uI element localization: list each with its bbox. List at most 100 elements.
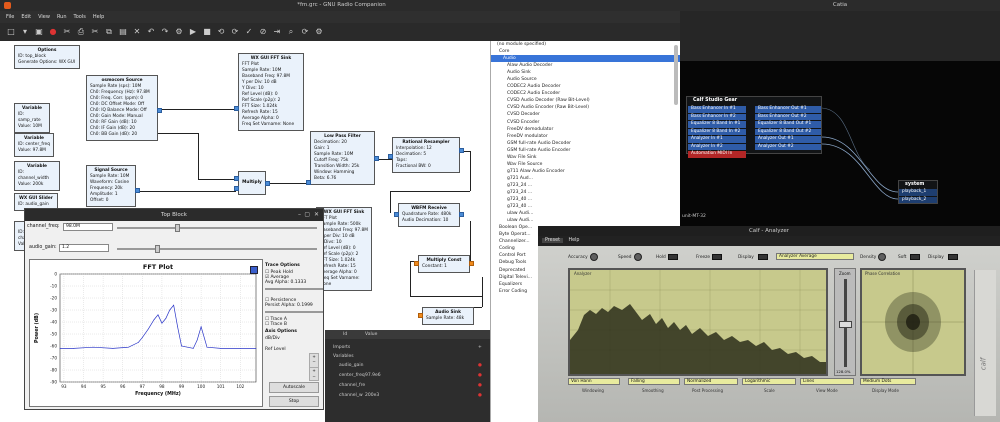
block-wbfm-receive[interactable]: WBFM Receive Quadrature Rate: 480k Audio… [394,203,464,227]
density-knob[interactable] [878,253,886,261]
reload-icon[interactable]: ⟳ [300,27,310,37]
input-port[interactable] [394,212,399,217]
rotate-cw-icon[interactable]: ⟳ [230,27,240,37]
menu-help[interactable]: Help [93,14,104,20]
windowing-select[interactable]: Von Hann [568,378,620,385]
view-mode-select[interactable]: Lines [800,378,854,385]
props-imports[interactable]: Imports [333,345,350,350]
input-port[interactable] [388,154,393,159]
input-port[interactable] [234,106,239,111]
print-icon[interactable]: ⎙ [76,27,86,37]
var-value[interactable]: 200e3 [365,393,379,398]
remove-icon[interactable]: ● [478,383,482,388]
var-name[interactable]: audio_gain [339,363,363,368]
save-icon[interactable]: ▣ [34,27,44,37]
menu-edit[interactable]: Edit [21,14,31,20]
tree-scrollbar[interactable] [674,45,678,105]
tree-item-audio[interactable]: Audio [491,55,680,63]
tree-item[interactable]: CVSD Audio Encoder (Raw Bit-Level) [491,104,680,111]
tree-item[interactable]: CVSD Decoder [491,111,680,118]
output-port[interactable] [135,188,140,193]
props-variables[interactable]: Variables [333,354,354,359]
ref-level-stepper[interactable]: + − [309,367,319,381]
var-name[interactable]: channel_w [339,393,363,398]
output-port[interactable] [157,108,162,113]
analyzer-mode-select[interactable]: Analyzer Average [776,253,854,260]
block-options[interactable]: Options ID: top_block Generate Options: … [14,45,80,69]
paste-icon[interactable]: ▤ [118,27,128,37]
screenshot-icon[interactable]: ✂ [62,27,72,37]
tree-item[interactable]: ulaw Audi... [491,210,680,217]
input-port[interactable] [306,180,311,185]
rotate-ccw-icon[interactable]: ⟲ [216,27,226,37]
audio-gain-slider[interactable] [117,248,317,250]
hold-toggle[interactable] [668,254,678,260]
tree-item[interactable]: FreeDV modulator [491,133,680,140]
tree-item[interactable]: g711 Alaw Audio Encoder [491,168,680,175]
menu-view[interactable]: View [38,14,50,20]
enable-icon[interactable]: ✓ [244,27,254,37]
kill-icon[interactable]: ■ [202,27,212,37]
tree-item[interactable]: CVSD Audio Decoder (Raw Bit-Level) [491,97,680,104]
tree-item[interactable]: g723_40 ... [491,203,680,210]
fft-plot-settings-icon[interactable] [250,266,258,274]
close-icon[interactable]: ✕ [314,211,319,218]
tree-item[interactable]: Wav File Sink [491,154,680,161]
remove-icon[interactable]: ● [478,393,482,398]
output-port[interactable] [459,148,464,153]
remove-icon[interactable]: ● [478,373,482,378]
close-icon[interactable]: ● [48,27,58,37]
copy-icon[interactable]: ⧉ [104,27,114,37]
menu-run[interactable]: Run [57,14,67,20]
scale-select[interactable]: Logarithmic [742,378,796,385]
menu-help[interactable]: Help [565,238,584,243]
cut-icon[interactable]: ✂ [90,27,100,37]
block-audio-sink[interactable]: Audio Sink Sample Rate: 48k [418,307,474,325]
block-wx-fft-sink-2[interactable]: WX GUI FFT Sink FFT Plot Sample Rate: 50… [312,207,372,291]
tree-item[interactable]: GSM full-rate Audio Encoder [491,147,680,154]
input-port[interactable] [418,313,423,318]
add-icon[interactable]: + [478,345,482,350]
menu-file[interactable]: File [6,14,14,20]
block-variable-samp-rate[interactable]: Variable ID: samp_rate Value: 10M [14,103,50,133]
block-variable-center-freq[interactable]: Variable ID: center_freq Value: 97.8M [14,133,54,157]
tree-item[interactable]: ulaw Audi... [491,217,680,224]
new-icon[interactable]: □ [6,27,16,37]
channel-freq-slider-thumb[interactable] [175,224,180,232]
display-mode-select[interactable]: Medium Dots [860,378,916,385]
freeze-toggle[interactable] [712,254,722,260]
trace-b-row[interactable]: ☐ Trace B [265,322,323,327]
display-toggle[interactable] [758,254,768,260]
tree-item[interactable]: FreeDV demodulator [491,126,680,133]
trace-b-checkbox[interactable]: ☐ [265,322,269,327]
find-icon[interactable]: ⌕ [286,27,296,37]
tree-item[interactable]: g723_24 ... [491,182,680,189]
tree-item[interactable]: Alaw Audio Decoder [491,62,680,69]
var-name[interactable]: channel_fre [339,383,365,388]
tree-item[interactable]: Audio Source [491,76,680,83]
output-port[interactable] [469,261,474,266]
channel-freq-input[interactable]: 98.0M [63,223,113,231]
input-port[interactable] [234,186,239,191]
delete-icon[interactable]: ✕ [132,27,142,37]
accuracy-knob[interactable] [590,253,598,261]
soft-toggle[interactable] [910,254,920,260]
block-low-pass-filter[interactable]: Low Pass Filter Decimation: 20 Gain: 1 S… [306,131,379,185]
display-toggle-2[interactable] [948,254,958,260]
port-playback[interactable]: playback_2 [899,196,937,203]
port-playback[interactable]: playback_1 [899,189,937,196]
tree-item-no-module[interactable]: (no module specified) [491,41,680,48]
var-name[interactable]: center_freq [339,373,365,378]
tree-item[interactable]: g723_40 ... [491,196,680,203]
avg-alpha-slider[interactable] [265,288,323,290]
input-port[interactable] [234,176,239,181]
input-port[interactable] [414,261,419,266]
undo-icon[interactable]: ↶ [146,27,156,37]
tree-item[interactable]: CVSD Encoder [491,119,680,126]
block-osmocom-source[interactable]: osmocom Source Sample Rate (sps): 10M Ch… [86,75,162,141]
bypass-icon[interactable]: ⇥ [272,27,282,37]
tree-item[interactable]: CODEC2 Audio Decoder [491,83,680,90]
post-processing-select[interactable]: Normalized [684,378,738,385]
audio-gain-slider-thumb[interactable] [155,245,160,253]
execute-icon[interactable]: ▶ [188,27,198,37]
